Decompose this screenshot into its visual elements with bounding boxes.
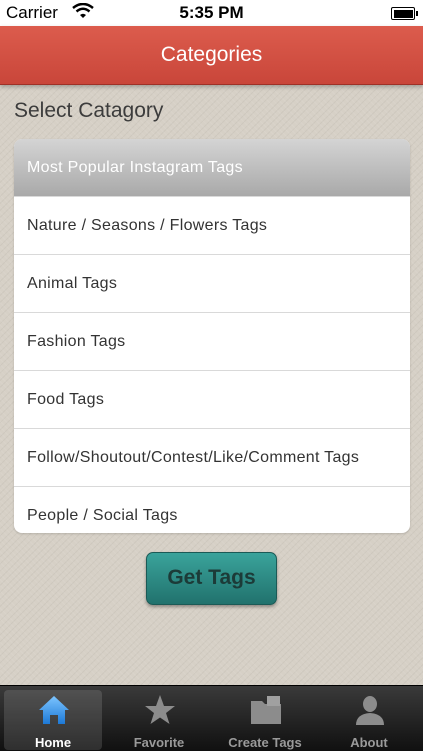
page-title: Categories: [160, 43, 263, 66]
tab-create-tags-label: Create Tags: [228, 735, 302, 750]
tab-favorite-label: Favorite: [133, 735, 185, 750]
tab-about-label: About: [350, 735, 388, 750]
clock: 5:35 PM: [179, 3, 244, 22]
tab-home-label: Home: [34, 735, 72, 750]
navigation-bar: Categories: [0, 26, 423, 85]
category-item-fashion[interactable]: Fashion Tags: [14, 313, 410, 371]
status-bar: Carrier 5:35 PM: [0, 0, 423, 26]
category-item-people[interactable]: People / Social Tags: [14, 487, 410, 533]
category-item-most-popular[interactable]: Most Popular Instagram Tags: [14, 139, 410, 197]
get-tags-button[interactable]: Get Tags: [146, 552, 277, 605]
battery-icon: [391, 7, 418, 20]
folder-icon: [249, 693, 283, 727]
person-icon: [353, 693, 387, 727]
tab-favorite[interactable]: Favorite: [110, 690, 208, 750]
star-icon: [143, 693, 177, 727]
tab-bar: Home Favorite Create Tags About: [0, 685, 423, 751]
category-item-follow[interactable]: Follow/Shoutout/Contest/Like/Comment Tag…: [14, 429, 410, 487]
category-list[interactable]: Most Popular Instagram Tags Nature / Sea…: [14, 139, 410, 533]
tab-about[interactable]: About: [320, 690, 418, 750]
section-label: Select Catagory: [14, 99, 164, 122]
home-icon: [37, 693, 71, 727]
tab-create-tags[interactable]: Create Tags: [216, 690, 314, 750]
category-item-nature[interactable]: Nature / Seasons / Flowers Tags: [14, 197, 410, 255]
category-item-food[interactable]: Food Tags: [14, 371, 410, 429]
category-item-animal[interactable]: Animal Tags: [14, 255, 410, 313]
tab-home[interactable]: Home: [4, 690, 102, 750]
